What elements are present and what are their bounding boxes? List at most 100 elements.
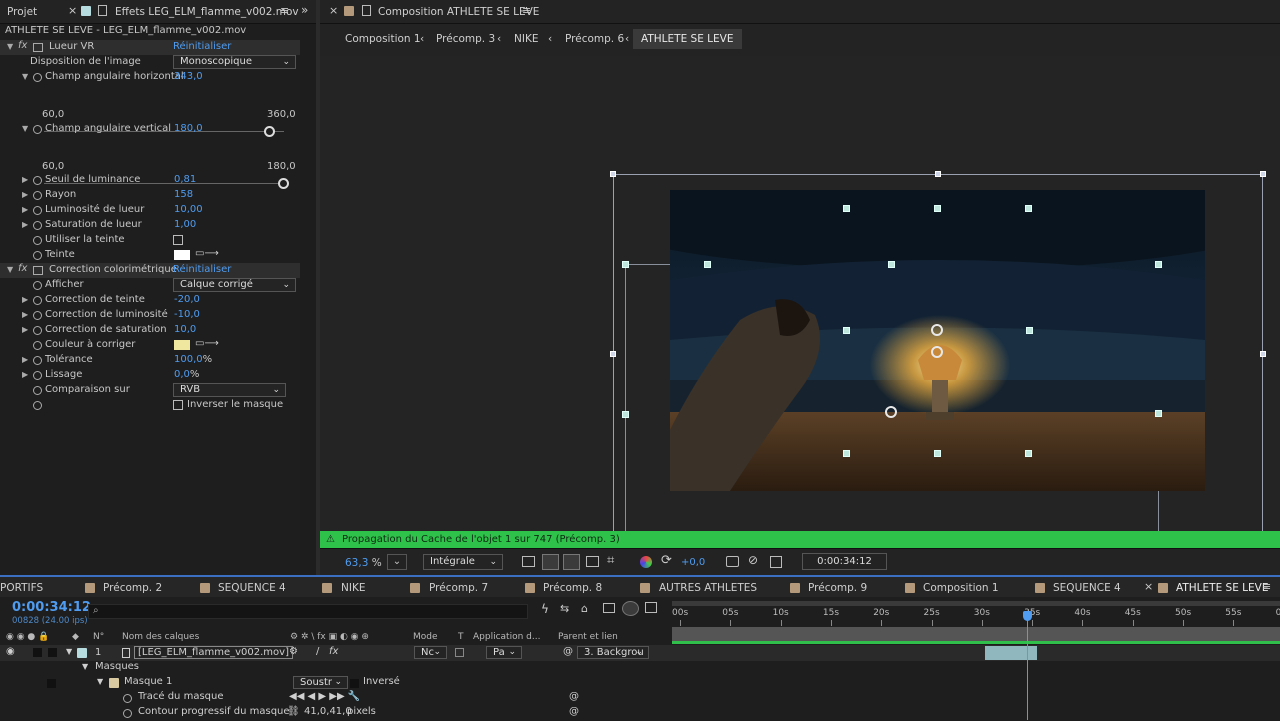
transform-handle[interactable] <box>935 171 941 177</box>
chevron-down-icon[interactable]: ▼ <box>82 662 88 671</box>
stopwatch-icon[interactable] <box>33 326 42 335</box>
chevron-down-icon[interactable]: ▼ <box>22 72 28 81</box>
color-channels-icon[interactable] <box>640 556 652 568</box>
mask-color-icon[interactable] <box>109 678 119 688</box>
mask-toggle[interactable] <box>47 679 56 688</box>
tab-precomp-7[interactable]: Précomp. 7 <box>429 582 488 594</box>
fx-lueur-vr-header[interactable]: ▼ fx Lueur VR Réinitialiser <box>0 40 300 55</box>
chevron-right-icon[interactable]: ▶ <box>22 325 28 334</box>
mask-vertex[interactable] <box>888 261 895 268</box>
layer-row[interactable]: ◉ ▼ 1 [LEG_ELM_flamme_v002.mov] ⚙ / fx N… <box>0 645 672 661</box>
current-time[interactable]: 0:00:34:12 <box>12 600 91 615</box>
layer-mode-dropdown[interactable]: Nc ⌄ <box>414 646 447 659</box>
layer-color-icon[interactable] <box>77 648 87 658</box>
tab-precomp-9[interactable]: Précomp. 9 <box>808 582 867 594</box>
corr-teinte-value[interactable]: -20,0 <box>174 294 200 305</box>
mask-vertex[interactable] <box>622 261 629 268</box>
eyedropper-icon[interactable]: ▭⟶ <box>195 338 219 349</box>
masque-1-label[interactable]: Masque 1 <box>124 676 172 687</box>
mask-vertex[interactable] <box>934 450 941 457</box>
chevron-right-icon[interactable]: ▶ <box>22 190 28 199</box>
layer-search-input[interactable]: ⌕ <box>88 604 528 619</box>
tab-athlete-se-leve[interactable]: ATHLETE SE LEVE <box>1176 582 1269 594</box>
comp-flowchart-icon[interactable]: ⇆ <box>560 602 569 615</box>
anchor-point-icon[interactable] <box>931 346 943 358</box>
keyframe-nav-icon[interactable]: ◀◀ ◀ ▶ ▶▶ 🔧 <box>289 691 360 702</box>
col-mode[interactable]: Mode <box>413 632 438 642</box>
lock-icon[interactable] <box>98 5 107 16</box>
stopwatch-icon[interactable] <box>33 251 42 260</box>
trace-masque-row[interactable]: Tracé du masque ◀◀ ◀ ▶ ▶▶ 🔧 @ <box>0 691 672 706</box>
chevron-down-icon[interactable]: ▼ <box>7 42 13 51</box>
mask-vertex[interactable] <box>843 327 850 334</box>
link-icon[interactable]: ⛓ <box>287 706 300 717</box>
show-snapshot-icon[interactable]: ⊘ <box>748 553 758 567</box>
tab-precomp-8[interactable]: Précomp. 8 <box>543 582 602 594</box>
comparaison-dropdown[interactable]: RVB ⌄ <box>173 383 286 397</box>
masques-group-row[interactable]: ▼ Masques <box>0 661 672 676</box>
fx1-reset-link[interactable]: Réinitialiser <box>173 41 231 52</box>
col-parent[interactable]: Parent et lien <box>558 632 618 642</box>
shy-layers-icon[interactable]: ⌂ <box>581 602 588 615</box>
timeline-track-area[interactable]: 00s05s10s15s20s25s30s35s40s45s50s55s01 <box>672 597 1280 720</box>
mask-vertex[interactable] <box>934 205 941 212</box>
anchor-point-icon[interactable] <box>885 406 897 418</box>
expand-panels-icon[interactable]: » <box>301 3 308 17</box>
rayon-value[interactable]: 158 <box>174 189 193 200</box>
corr-lum-value[interactable]: -10,0 <box>174 309 200 320</box>
camera-icon[interactable] <box>726 556 739 567</box>
pickwhip-icon[interactable]: @ <box>569 706 579 717</box>
stopwatch-icon[interactable] <box>33 176 42 185</box>
stopwatch-icon[interactable] <box>123 709 132 718</box>
mask-vertex[interactable] <box>1025 205 1032 212</box>
transparency-toggle-icon[interactable] <box>770 556 782 568</box>
tab-projet[interactable]: Projet <box>7 6 37 18</box>
eyedropper-icon[interactable]: ▭⟶ <box>195 248 219 259</box>
fx-icon[interactable]: fx <box>18 40 27 51</box>
work-area-bar[interactable] <box>672 601 1280 606</box>
eye-icon[interactable]: ◉ <box>6 646 15 657</box>
motion-blur-icon[interactable] <box>622 601 639 616</box>
transform-handle[interactable] <box>1260 171 1266 177</box>
tab-composition-1[interactable]: Composition 1 <box>923 582 999 594</box>
seuil-value[interactable]: 0,81 <box>174 174 196 185</box>
transform-handle[interactable] <box>610 351 616 357</box>
stopwatch-icon[interactable] <box>33 281 42 290</box>
stopwatch-icon[interactable] <box>33 125 42 134</box>
playhead[interactable] <box>1027 611 1029 720</box>
breadcrumb-precomp-6[interactable]: Précomp. 6 <box>565 33 624 45</box>
tab-nike[interactable]: NIKE <box>341 582 365 594</box>
chevron-right-icon[interactable]: ▶ <box>22 220 28 229</box>
viewer-timecode[interactable]: 0:00:34:12 <box>802 553 887 570</box>
time-ruler[interactable]: 00s05s10s15s20s25s30s35s40s45s50s55s01 <box>672 607 1280 627</box>
zoom-field[interactable]: 63,3 % <box>345 557 382 569</box>
champ-v-value[interactable]: 180,0 <box>174 123 203 134</box>
stopwatch-icon[interactable] <box>33 296 42 305</box>
stopwatch-icon[interactable] <box>33 401 42 410</box>
guides-icon[interactable] <box>586 556 599 567</box>
close-icon[interactable]: × <box>68 4 77 17</box>
mask-vertex[interactable] <box>704 261 711 268</box>
breadcrumb-athlete-se-leve[interactable]: ATHLETE SE LEVE <box>633 29 742 49</box>
grid-icon[interactable]: ⌗ <box>607 553 614 568</box>
solo-toggle[interactable] <box>33 648 42 657</box>
mask-vertex[interactable] <box>843 205 850 212</box>
draft-3d-icon[interactable]: ϟ <box>541 602 549 616</box>
mask-vertex[interactable] <box>843 450 850 457</box>
lock-icon[interactable] <box>362 5 371 16</box>
mask-vertex[interactable] <box>1155 410 1162 417</box>
track-matte-dropdown[interactable]: Pa ⌄ <box>486 646 522 659</box>
pickwhip-icon[interactable]: @ <box>569 691 579 702</box>
lissage-field[interactable]: 0,0% <box>174 369 199 380</box>
mask-vertex[interactable] <box>1155 261 1162 268</box>
mask-vertex[interactable] <box>622 411 629 418</box>
shy-switch-icon[interactable]: ⚙ <box>289 646 298 657</box>
reset-exposure-icon[interactable]: ⟳ <box>661 553 672 568</box>
chevron-down-icon[interactable]: ▼ <box>22 124 28 133</box>
col-app[interactable]: Application d... <box>473 632 540 642</box>
stopwatch-icon[interactable] <box>123 694 132 703</box>
stopwatch-icon[interactable] <box>33 73 42 82</box>
transform-handle[interactable] <box>1260 351 1266 357</box>
pickwhip-icon[interactable]: @ <box>563 646 573 657</box>
couleur-color-swatch[interactable] <box>174 340 190 350</box>
